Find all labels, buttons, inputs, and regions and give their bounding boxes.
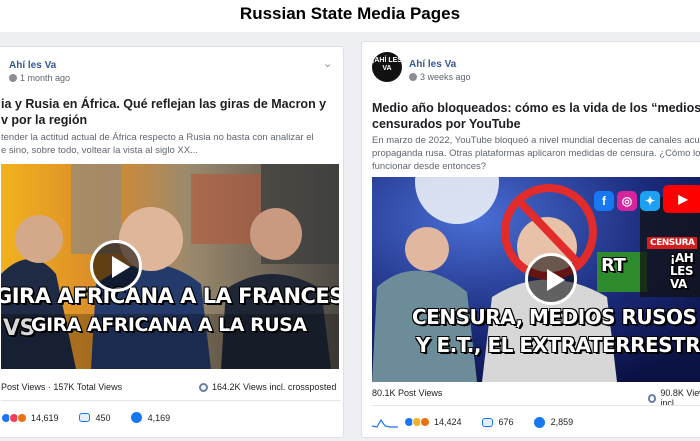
thumbnail-caption-1: GIRA AFRICANA A LA FRANCESA <box>1 284 339 308</box>
views-icon <box>648 393 657 403</box>
post-card-left: Ahí les Va 1 month ago ⌄ ia y Rusia en Á… <box>0 46 344 438</box>
page-title: Russian State Media Pages <box>239 4 461 23</box>
play-button-icon[interactable] <box>90 240 142 292</box>
sparkline-icon <box>372 418 398 428</box>
censura-badge: CENSURA <box>647 237 698 249</box>
youtube-icon: ▶ <box>663 185 700 213</box>
rt-logo: RT <box>601 255 626 276</box>
post-views-stat: Post Views · 157K Total Views <box>1 382 122 392</box>
post-headline[interactable]: Medio año bloqueados: cómo es la vida de… <box>372 100 700 116</box>
post-views-text: Post Views · 157K Total Views <box>1 382 123 392</box>
thumbnail-caption-1: CENSURA, MEDIOS RUSOS <box>412 305 697 329</box>
feed-area: Ahí les Va 1 month ago ⌄ ia y Rusia en Á… <box>0 32 700 441</box>
post-header: Ahí les Va 1 month ago ⌄ <box>0 47 343 91</box>
divider <box>372 405 700 406</box>
views-incl-stat: 164.2K Views incl. crossposted <box>199 382 336 392</box>
facebook-icon: f <box>594 191 614 211</box>
post-views-stat: 80.1K Post Views <box>372 388 442 398</box>
post-description-line2: e sino, sobre todo, voltear la vista al … <box>1 145 198 156</box>
post-timestamp[interactable]: 1 month ago <box>9 73 70 83</box>
reaction-icons[interactable] <box>404 417 430 427</box>
page-name-link[interactable]: Ahí les Va <box>9 60 56 71</box>
page-name-link[interactable]: Ahí les Va <box>409 59 456 70</box>
comment-count[interactable]: 676 <box>499 417 514 427</box>
play-button-icon[interactable] <box>525 253 577 305</box>
post-description-line2: propaganda rusa. Otras plataformas aplic… <box>372 148 700 159</box>
post-headline[interactable]: ia y Rusia en África. Qué reflejan las g… <box>1 96 326 112</box>
comment-icon <box>481 417 493 427</box>
globe-icon <box>409 73 417 81</box>
brand-tag: ¡AH LES VA <box>670 251 694 291</box>
share-count[interactable]: 2,859 <box>551 417 574 427</box>
share-count[interactable]: 4,169 <box>148 413 171 423</box>
reaction-icons[interactable] <box>1 412 27 423</box>
thumbnail-caption-2: GIRA AFRICANA A LA RUSA <box>31 314 307 336</box>
video-thumbnail[interactable]: f ◎ ✦ ▶ RT CENSURA ¡AH LES VA CENSURA, M… <box>372 177 700 382</box>
divider <box>1 400 341 401</box>
post-headline-line2[interactable]: censurados por YouTube <box>372 116 521 132</box>
chevron-down-icon[interactable]: ⌄ <box>323 57 332 70</box>
comment-count[interactable]: 450 <box>96 413 111 423</box>
video-thumbnail[interactable]: GIRA AFRICANA A LA FRANCESA VS GIRA AFRI… <box>1 164 339 369</box>
post-header: ¡AHÍ LES VA Ahí les Va 3 weeks ago <box>362 42 700 86</box>
time-ago: 3 weeks ago <box>420 72 471 82</box>
thumbnail-caption-2: Y E.T., EL EXTRATERRESTRE <box>416 333 700 357</box>
share-icon <box>533 416 545 428</box>
comment-icon <box>78 413 90 422</box>
globe-icon <box>9 74 17 82</box>
post-views-text: 80.1K Post Views <box>372 388 443 398</box>
reaction-count[interactable]: 14,424 <box>434 417 462 427</box>
views-incl-text: 164.2K Views incl. crossposted <box>212 382 337 392</box>
post-description: tender la actitud actual de África respe… <box>1 132 314 143</box>
reaction-count[interactable]: 14,619 <box>31 413 59 423</box>
time-ago: 1 month ago <box>20 73 71 83</box>
thumbnail-art <box>1 164 339 369</box>
post-description-line3: funcionar desde entonces? <box>372 161 487 172</box>
post-timestamp[interactable]: 3 weeks ago <box>409 72 471 82</box>
instagram-icon: ◎ <box>617 191 637 211</box>
share-icon <box>130 412 142 423</box>
engagement-bar: 14,424 676 2,859 <box>372 416 573 428</box>
post-card-right: ¡AHÍ LES VA Ahí les Va 3 weeks ago Medio… <box>361 41 700 438</box>
angry-icon <box>420 417 430 427</box>
views-icon <box>199 382 208 392</box>
post-headline-line2[interactable]: v por la región <box>1 112 87 128</box>
post-description: En marzo de 2022, YouTube bloqueó a nive… <box>372 135 700 146</box>
page-avatar[interactable]: ¡AHÍ LES VA <box>372 52 402 82</box>
angry-icon <box>17 412 27 423</box>
twitter-icon: ✦ <box>640 191 660 211</box>
engagement-bar: 14,619 450 4,169 <box>1 412 170 423</box>
